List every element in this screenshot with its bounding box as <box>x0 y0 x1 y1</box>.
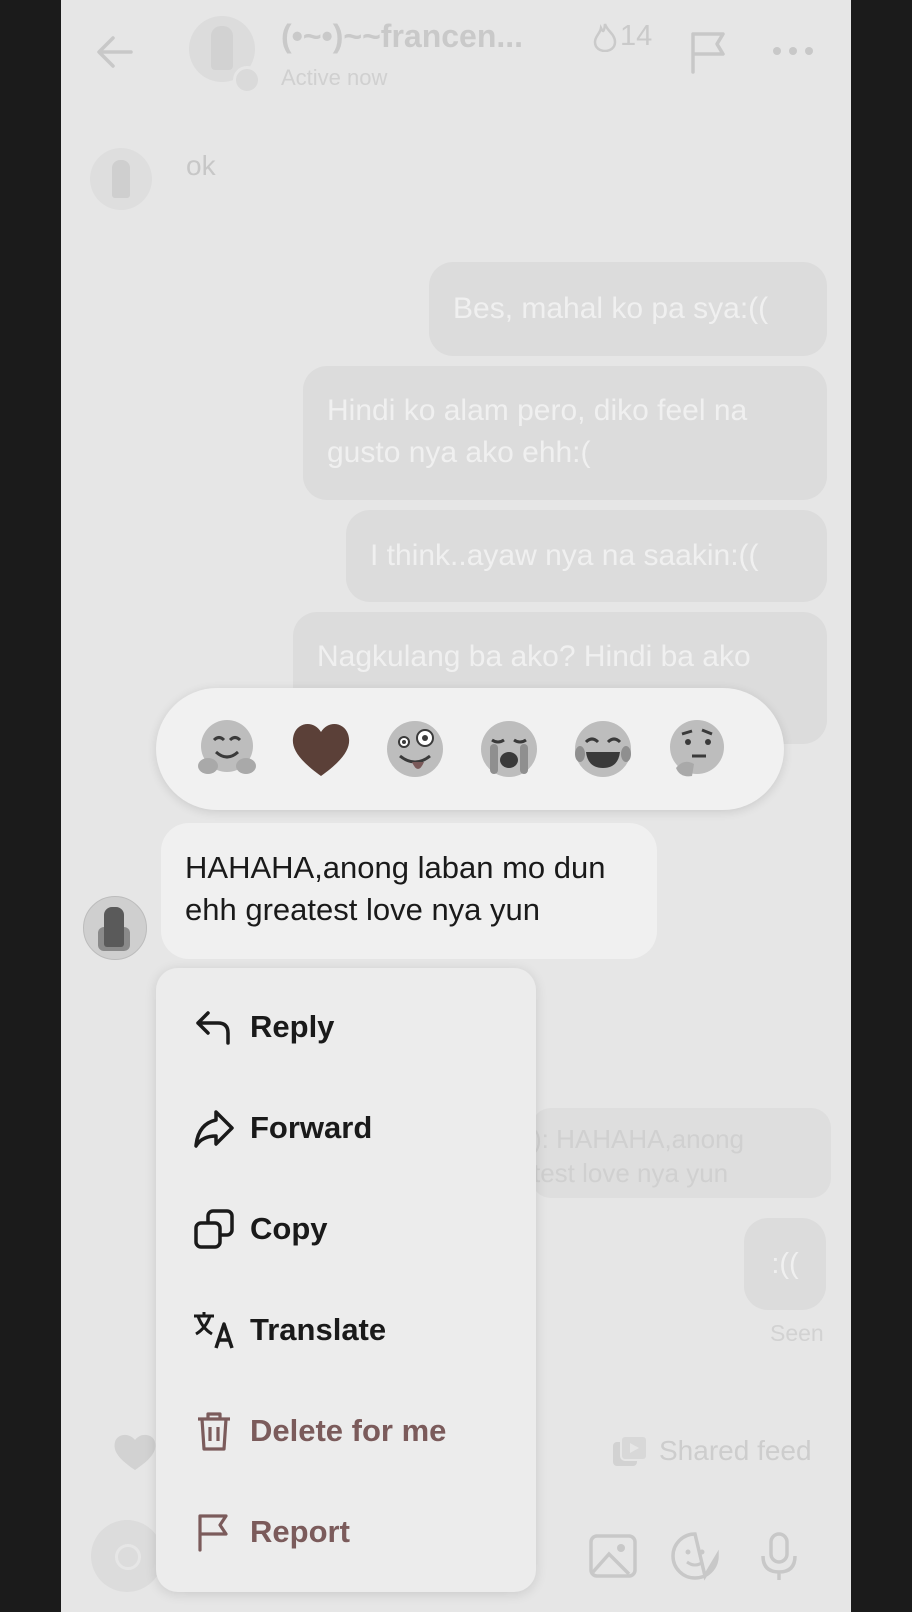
menu-item-copy[interactable]: Copy <box>156 1181 536 1277</box>
message-line: ): HAHAHA,anong <box>533 1124 744 1154</box>
message-line: HAHAHA,anong laban mo dun <box>185 850 606 885</box>
menu-item-forward[interactable]: Forward <box>156 1080 536 1176</box>
gallery-icon[interactable] <box>587 1530 639 1582</box>
sticker-icon[interactable] <box>669 1530 721 1582</box>
menu-label: Forward <box>250 1110 373 1145</box>
tears-of-joy-face-icon[interactable] <box>570 716 636 782</box>
streak-count: 14 <box>620 20 653 52</box>
incoming-message[interactable]: ok <box>186 150 216 182</box>
online-indicator <box>233 66 261 94</box>
menu-label: Reply <box>250 1009 335 1044</box>
brown-heart-icon[interactable] <box>288 716 354 782</box>
reaction-bar <box>156 688 784 810</box>
menu-item-translate[interactable]: Translate <box>156 1282 536 1378</box>
chat-screen: (•~•)~~francen... 14 Active now ok Bes, … <box>61 0 851 1612</box>
shared-feed-label: Shared feed <box>659 1435 812 1466</box>
loudly-crying-face-icon[interactable] <box>476 716 542 782</box>
flag-icon <box>198 1514 228 1552</box>
menu-label: Report <box>250 1514 350 1549</box>
back-arrow-icon[interactable] <box>91 28 139 76</box>
sender-avatar[interactable] <box>83 896 147 960</box>
trash-icon <box>198 1412 230 1451</box>
sender-avatar[interactable] <box>90 148 152 210</box>
message-line: test love nya yun <box>533 1158 729 1188</box>
outgoing-message[interactable]: I think..ayaw nya na saakin:(( <box>346 510 827 602</box>
flag-icon[interactable] <box>687 28 731 76</box>
thinking-face-icon[interactable] <box>664 716 730 782</box>
selected-message[interactable]: HAHAHA,anong laban mo dun ehh greatest l… <box>161 823 657 959</box>
message-line: Hindi ko alam pero, diko feel na <box>327 394 748 427</box>
outgoing-message[interactable]: Hindi ko alam pero, diko feel na gusto n… <box>303 366 827 500</box>
camera-button[interactable] <box>91 1520 163 1592</box>
shared-feed-icon <box>613 1435 648 1466</box>
outgoing-message[interactable]: :(( <box>744 1218 826 1310</box>
message-context-menu: Reply Forward Copy Translate Delete for … <box>156 968 536 1592</box>
more-reactions-icon[interactable] <box>762 716 784 782</box>
menu-item-report[interactable]: Report <box>156 1484 536 1580</box>
microphone-icon[interactable] <box>753 1530 805 1582</box>
shared-feed-button[interactable]: Shared feed <box>611 1434 812 1468</box>
hugging-face-icon[interactable] <box>194 716 260 782</box>
reply-quote-bubble[interactable]: ): HAHAHA,anong test love nya yun <box>531 1108 831 1198</box>
menu-item-delete[interactable]: Delete for me <box>156 1383 536 1479</box>
message-line: gusto nya ako ehh:( <box>327 436 591 469</box>
seen-status: Seen <box>770 1320 824 1346</box>
flame-icon <box>593 23 617 52</box>
reply-icon <box>196 1011 230 1045</box>
menu-item-reply[interactable]: Reply <box>156 979 536 1075</box>
zany-face-icon[interactable] <box>382 716 448 782</box>
menu-label: Copy <box>250 1211 328 1246</box>
heart-icon[interactable] <box>111 1428 159 1474</box>
streak-badge: 14 <box>592 20 652 53</box>
contact-name[interactable]: (•~•)~~francen... <box>281 18 523 55</box>
menu-label: Delete for me <box>250 1413 447 1448</box>
translate-icon <box>194 1312 234 1349</box>
menu-label: Translate <box>250 1312 387 1347</box>
copy-icon <box>194 1209 234 1249</box>
active-status: Active now <box>281 65 388 90</box>
forward-icon <box>194 1110 234 1148</box>
more-options-icon[interactable] <box>771 36 815 66</box>
message-line: ehh greatest love nya yun <box>185 892 541 927</box>
outgoing-message[interactable]: Bes, mahal ko pa sya:(( <box>429 262 827 356</box>
